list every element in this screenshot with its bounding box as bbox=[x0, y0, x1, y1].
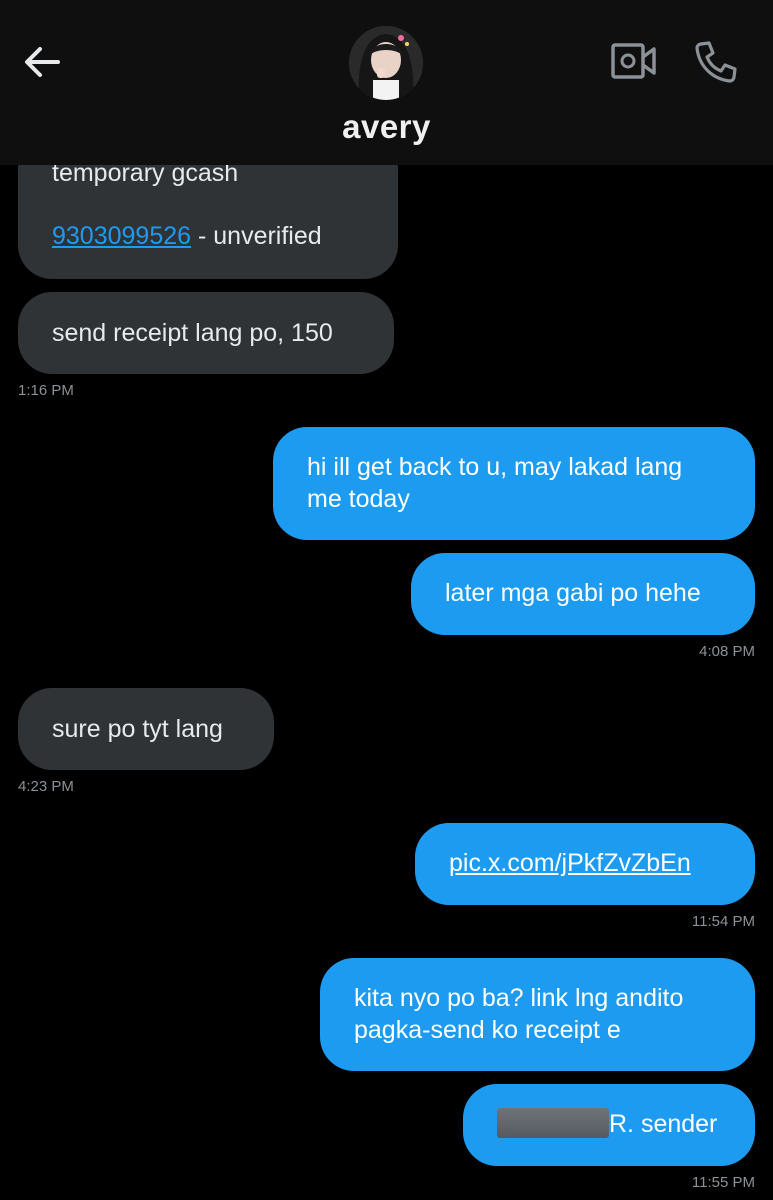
message-timestamp: 11:54 PM bbox=[691, 913, 755, 930]
message-bubble-incoming[interactable]: sure po tyt lang bbox=[18, 688, 274, 770]
avatar-image bbox=[349, 26, 423, 100]
redacted-block bbox=[497, 1108, 609, 1138]
message-timestamp: 4:23 PM bbox=[18, 778, 74, 795]
contact-name[interactable]: avery bbox=[0, 108, 773, 146]
message-text: pagka-send ko receipt e bbox=[354, 1016, 621, 1044]
message-text: kita nyo po ba? link lng andito bbox=[354, 984, 684, 1012]
message-timestamp: 4:08 PM bbox=[699, 643, 755, 660]
message-text: later mga gabi po hehe bbox=[445, 579, 701, 607]
voice-call-button[interactable] bbox=[692, 38, 740, 86]
avatar[interactable] bbox=[349, 26, 423, 100]
message-text: sure po tyt lang bbox=[52, 715, 223, 743]
message-text: send receipt lang po, 150 bbox=[52, 319, 333, 347]
message-bubble-outgoing[interactable]: later mga gabi po hehe bbox=[411, 553, 755, 635]
message-text: 9303099526 - unverified bbox=[52, 220, 364, 252]
message-bubble-incoming[interactable]: send receipt lang po, 150 bbox=[18, 292, 394, 374]
message-timestamp: 11:55 PM bbox=[691, 1174, 755, 1191]
arrow-left-icon bbox=[25, 47, 60, 77]
phone-number-link[interactable]: 9303099526 bbox=[52, 222, 191, 250]
back-button[interactable] bbox=[22, 42, 62, 82]
message-bubble-outgoing[interactable]: hi ill get back to u, may lakad lang me … bbox=[273, 427, 755, 540]
message-bubble-outgoing[interactable]: R. sender bbox=[463, 1084, 755, 1166]
message-text: me today bbox=[307, 485, 410, 513]
video-call-icon bbox=[611, 43, 656, 79]
message-timestamp: 1:16 PM bbox=[18, 382, 74, 399]
message-bubble-outgoing[interactable]: pic.x.com/jPkfZvZbEn bbox=[415, 823, 755, 905]
phone-icon bbox=[695, 41, 737, 83]
message-bubble-outgoing[interactable]: kita nyo po ba? link lng andito pagka-se… bbox=[320, 958, 755, 1071]
video-call-button[interactable] bbox=[610, 40, 658, 82]
message-text: R. sender bbox=[609, 1110, 718, 1138]
message-text-rest: - unverified bbox=[191, 222, 322, 250]
image-link[interactable]: pic.x.com/jPkfZvZbEn bbox=[449, 849, 691, 877]
conversation-header: avery bbox=[0, 0, 773, 165]
message-text: hi ill get back to u, may lakad lang bbox=[307, 453, 683, 481]
